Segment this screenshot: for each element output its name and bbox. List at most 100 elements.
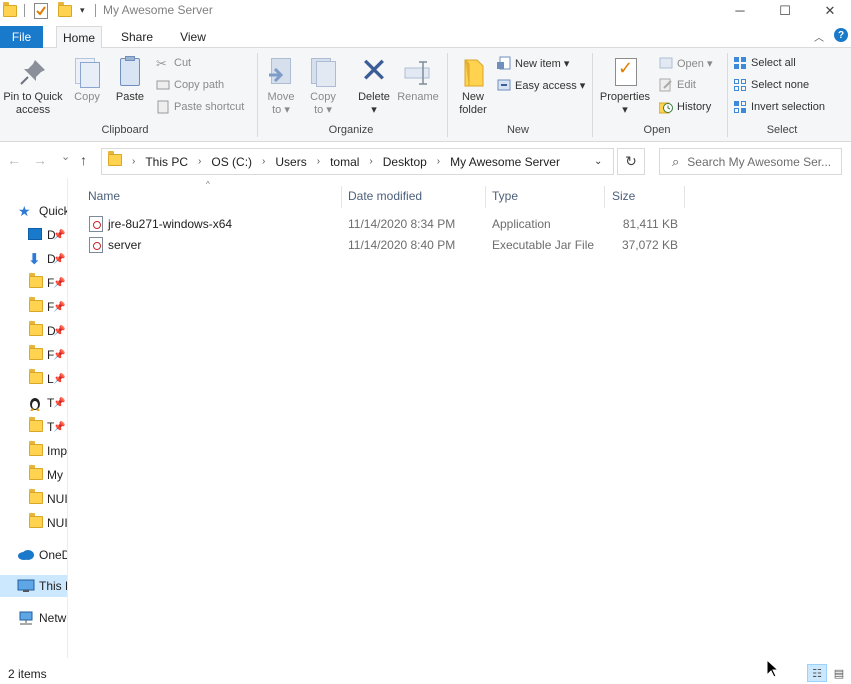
delete-button[interactable]: ✕ Delete ▾ xyxy=(354,54,394,117)
details-view-button[interactable]: ☷ xyxy=(807,664,827,682)
paste-shortcut-button[interactable]: Paste shortcut xyxy=(156,97,244,117)
column-header-date-modified[interactable]: Date modified xyxy=(348,178,485,214)
breadcrumb-os-c[interactable]: OS (C:) xyxy=(211,155,252,169)
history-button[interactable]: History xyxy=(658,97,712,117)
nav-item-folder[interactable]: L 📌 xyxy=(0,368,67,390)
move-to-label-line2: to ▾ xyxy=(272,104,290,116)
search-placeholder: Search My Awesome Ser... xyxy=(687,154,832,169)
nav-item-folder[interactable]: Imp xyxy=(0,440,67,462)
table-row[interactable]: jre-8u271-windows-x64 11/14/2020 8:34 PM… xyxy=(83,214,689,235)
edit-button[interactable]: Edit xyxy=(659,75,696,95)
paste-button[interactable]: Paste xyxy=(112,56,148,104)
customize-toolbar-icon[interactable]: ▾ xyxy=(80,2,85,19)
nav-item-folder[interactable]: NUI xyxy=(0,512,67,534)
refresh-button[interactable]: ↻ xyxy=(617,148,645,175)
properties-quick-icon[interactable] xyxy=(34,2,48,19)
nav-item-folder[interactable]: F 📌 xyxy=(0,272,67,294)
recent-locations-button[interactable]: ⌄ xyxy=(61,150,70,163)
column-header-type[interactable]: Type xyxy=(492,178,602,214)
breadcrumb-desktop[interactable]: Desktop xyxy=(383,155,427,169)
column-separator[interactable] xyxy=(341,186,342,208)
forward-button[interactable]: → xyxy=(33,152,47,168)
column-header-size[interactable]: Size xyxy=(612,178,684,214)
cut-button[interactable]: ✂ Cut xyxy=(156,53,191,73)
cut-label: Cut xyxy=(174,57,192,69)
nav-item-penguin[interactable]: T 📌 xyxy=(0,392,67,414)
help-icon[interactable]: ? xyxy=(834,28,848,42)
tab-share[interactable]: Share xyxy=(115,26,159,48)
breadcrumb-separator[interactable]: › xyxy=(369,156,372,167)
back-button[interactable]: ← xyxy=(7,152,21,168)
copy-path-button[interactable]: Copy path xyxy=(156,75,224,95)
large-icons-view-button[interactable]: ▤ xyxy=(829,664,849,682)
close-button[interactable]: ✕ xyxy=(807,0,851,21)
pin-icon: 📌 xyxy=(53,277,66,289)
nav-item-folder[interactable]: D 📌 xyxy=(0,320,67,342)
open-button[interactable]: Open ▾ xyxy=(659,53,713,73)
nav-item-downloads[interactable]: ⬇ D 📌 xyxy=(0,248,67,270)
open-icon xyxy=(659,56,673,70)
column-separator[interactable] xyxy=(604,186,605,208)
nav-item-folder[interactable]: T 📌 xyxy=(0,416,67,438)
breadcrumb-separator[interactable]: › xyxy=(132,156,135,167)
breadcrumb-separator[interactable]: › xyxy=(437,156,440,167)
nav-item-desktop[interactable]: D 📌 xyxy=(0,224,67,246)
column-separator[interactable] xyxy=(485,186,486,208)
nav-label: OneD xyxy=(39,548,68,562)
nav-label: Netw xyxy=(39,611,67,625)
nav-item-folder[interactable]: My xyxy=(0,464,67,486)
easy-access-button[interactable]: Easy access ▾ xyxy=(497,75,585,95)
tab-home[interactable]: Home xyxy=(56,26,102,49)
new-item-button[interactable]: New item ▾ xyxy=(497,53,569,73)
new-folder-quick-icon[interactable] xyxy=(58,1,72,19)
address-dropdown-icon[interactable]: ⌄ xyxy=(594,156,602,167)
new-folder-button[interactable]: New folder xyxy=(453,56,493,117)
select-all-button[interactable]: Select all xyxy=(733,53,796,73)
breadcrumb-separator[interactable]: › xyxy=(262,156,265,167)
tab-file[interactable]: File xyxy=(0,26,43,48)
table-row[interactable]: server 11/14/2020 8:40 PM Executable Jar… xyxy=(83,235,689,256)
column-separator[interactable] xyxy=(684,186,685,208)
up-button[interactable]: ↑ xyxy=(80,152,87,168)
breadcrumb-tomal[interactable]: tomal xyxy=(330,155,359,169)
new-folder-label-line1: New xyxy=(461,91,484,103)
breadcrumb-my-awesome-server[interactable]: My Awesome Server xyxy=(450,155,560,169)
nav-item-network[interactable]: Netw xyxy=(0,607,67,629)
nav-item-folder[interactable]: F 📌 xyxy=(0,296,67,318)
folder-icon xyxy=(29,345,45,362)
nav-item-folder[interactable]: NUI xyxy=(0,488,67,510)
breadcrumb-users[interactable]: Users xyxy=(275,155,306,169)
copy-to-button[interactable]: Copy to ▾ xyxy=(305,56,341,117)
pin-to-quick-access-button[interactable]: Pin to Quick access xyxy=(0,56,66,117)
invert-selection-button[interactable]: Invert selection xyxy=(733,97,825,117)
select-none-button[interactable]: Select none xyxy=(733,75,809,95)
computer-icon xyxy=(17,579,35,593)
breadcrumb-this-pc[interactable]: This PC xyxy=(145,155,188,169)
search-input[interactable]: ⌕ Search My Awesome Ser... xyxy=(659,148,842,175)
history-label: History xyxy=(677,101,712,113)
rename-button[interactable]: Rename xyxy=(396,56,440,104)
tab-view[interactable]: View xyxy=(172,26,214,48)
minimize-button[interactable]: ─ xyxy=(717,0,763,21)
folder-icon xyxy=(29,513,45,530)
folder-icon xyxy=(29,321,45,338)
paste-icon xyxy=(114,56,146,88)
nav-item-this-pc[interactable]: This P xyxy=(0,575,67,597)
nav-item-quick-access[interactable]: ★ Quick xyxy=(0,200,67,222)
breadcrumb-separator[interactable]: › xyxy=(198,156,201,167)
copy-path-label: Copy path xyxy=(174,79,225,91)
properties-button[interactable]: ✓ Properties ▾ xyxy=(597,56,653,117)
folder-icon[interactable] xyxy=(3,1,17,19)
collapse-ribbon-icon[interactable]: ︿ xyxy=(814,29,824,44)
scissors-icon: ✂ xyxy=(156,56,167,71)
maximize-button[interactable]: ☐ xyxy=(762,0,808,21)
breadcrumb-separator[interactable]: › xyxy=(317,156,320,167)
column-header-name[interactable]: Name xyxy=(88,178,338,214)
copy-button[interactable]: Copy xyxy=(70,56,104,104)
move-to-button[interactable]: Move to ▾ xyxy=(263,56,299,117)
nav-item-folder[interactable]: F 📌 xyxy=(0,344,67,366)
address-bar[interactable]: › This PC › OS (C:) › Users › tomal › De… xyxy=(101,148,614,175)
nav-item-onedrive[interactable]: OneD xyxy=(0,544,68,566)
open-label: Open ▾ xyxy=(677,57,713,70)
folder-icon xyxy=(29,441,45,458)
